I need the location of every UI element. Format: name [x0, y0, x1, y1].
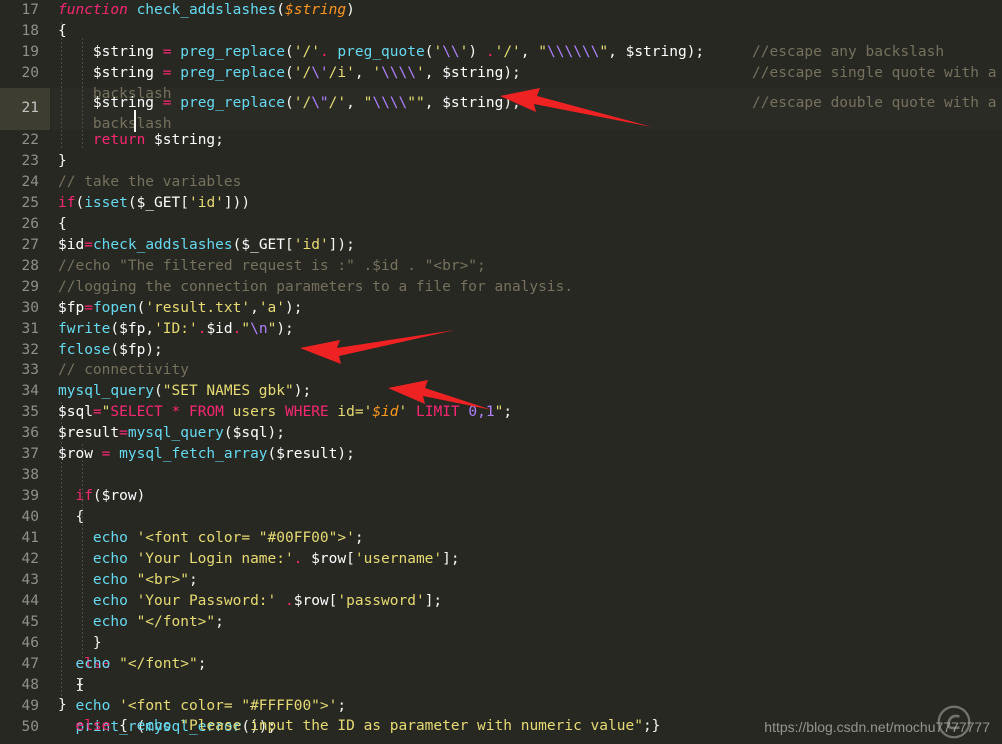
code-line-53: }: [58, 697, 67, 714]
line-number: 44: [21, 592, 39, 609]
line-number: 35: [21, 404, 39, 421]
line-number: 26: [21, 215, 39, 232]
code-content-tail[interactable]: echo "</font>"; }} else { echo "Please i…: [0, 0, 1002, 735]
line-number: 18: [21, 22, 39, 39]
line-number: 32: [21, 341, 39, 358]
line-number: 31: [21, 320, 39, 337]
line-number: 23: [21, 152, 39, 169]
line-number: 43: [21, 571, 39, 588]
line-number: 40: [21, 509, 39, 526]
line-number: 45: [21, 613, 39, 630]
line-number: 30: [21, 299, 39, 316]
line-number-gutter[interactable]: 17 18 19 20 21 22 23 24 25 26 27 28 29 3…: [0, 0, 50, 744]
line-number: 36: [21, 425, 39, 442]
watermark-url: https://blog.csdn.net/mochu7777777: [764, 719, 990, 736]
code-line-52: }: [58, 676, 85, 693]
line-number: 49: [21, 697, 39, 714]
line-number-active: 21: [21, 100, 39, 116]
line-number: 17: [21, 2, 39, 18]
line-number: 41: [21, 530, 39, 547]
line-number: 38: [21, 467, 39, 484]
text-caret: [134, 110, 136, 132]
line-number: 25: [21, 194, 39, 211]
line-number: 37: [21, 446, 39, 463]
line-number: 20: [21, 64, 39, 81]
line-number: 24: [21, 173, 39, 190]
line-number: 39: [21, 488, 39, 505]
code-line-51: echo "</font>";: [58, 655, 207, 672]
line-number: 19: [21, 43, 39, 60]
line-number: 46: [21, 634, 39, 651]
line-number: 29: [21, 278, 39, 295]
line-number: 50: [21, 718, 39, 735]
code-line-54: else { echo "Please input the ID as para…: [58, 718, 661, 735]
line-number: 42: [21, 551, 39, 567]
line-number: 27: [21, 236, 39, 253]
line-number: 33: [21, 362, 39, 379]
line-number: 47: [21, 655, 39, 672]
code-editor[interactable]: 17 18 19 20 21 22 23 24 25 26 27 28 29 3…: [0, 0, 1002, 744]
line-number: 28: [21, 257, 39, 274]
code-line-49: echo '<font color= "#FFFF00">';: [58, 697, 347, 714]
line-number: 48: [21, 676, 39, 693]
line-number: 22: [21, 132, 39, 148]
line-number: 34: [21, 383, 39, 400]
